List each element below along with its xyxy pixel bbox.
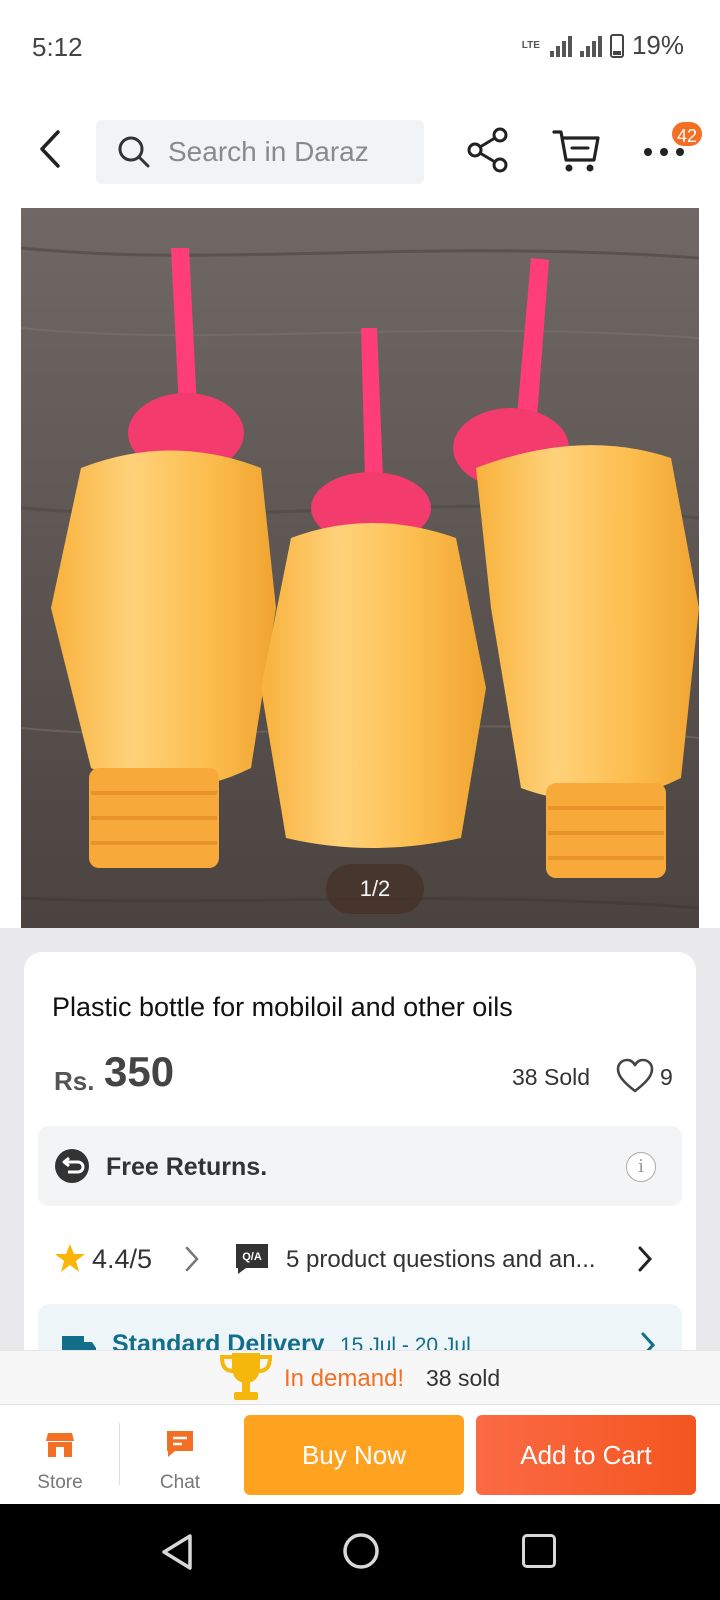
store-button[interactable]: Store — [20, 1425, 100, 1493]
sold-count: 38 Sold — [512, 1064, 591, 1090]
product-info-card: Plastic bottle for mobiloil and other oi… — [24, 952, 696, 1372]
in-demand-label: In demand! — [284, 1365, 405, 1392]
product-title: Plastic bottle for mobiloil and other oi… — [52, 992, 513, 1022]
search-input[interactable]: Search in Daraz — [96, 120, 424, 184]
more-options-button[interactable]: 42 — [640, 120, 705, 172]
chat-button[interactable]: Chat — [140, 1425, 220, 1493]
more-icon — [644, 148, 684, 156]
signal-icon — [549, 35, 572, 57]
qa-summary[interactable]: 5 product questions and an... — [286, 1246, 596, 1274]
chevron-right-icon[interactable] — [634, 1244, 656, 1274]
free-returns-row[interactable]: Free Returns. i — [38, 1126, 682, 1206]
buy-now-button[interactable]: Buy Now — [244, 1415, 464, 1495]
chat-label: Chat — [159, 1472, 201, 1493]
chat-icon — [167, 1431, 193, 1457]
add-to-cart-button[interactable]: Add to Cart — [476, 1415, 696, 1495]
battery-icon — [609, 33, 624, 58]
info-icon[interactable]: i — [626, 1152, 656, 1182]
system-nav-bar — [0, 1504, 720, 1600]
heart-icon[interactable] — [616, 1058, 654, 1094]
price-currency: Rs. — [54, 1066, 95, 1096]
nav-home-icon[interactable] — [342, 1532, 380, 1570]
share-icon[interactable] — [466, 126, 510, 174]
status-time: 5:12 — [32, 32, 83, 62]
likes-count: 9 — [660, 1064, 673, 1090]
bottom-action-bar: Store Chat Buy Now Add to Cart — [0, 1404, 720, 1504]
network-type: LTE — [521, 39, 540, 51]
battery-level: 19% — [631, 30, 684, 60]
product-price: 350 — [104, 1048, 175, 1095]
qa-icon-label: Q/A — [242, 1251, 262, 1263]
trophy-icon — [219, 1353, 273, 1400]
store-icon — [46, 1433, 74, 1457]
image-counter: 1/2 — [326, 864, 424, 914]
product-image[interactable] — [21, 208, 699, 928]
back-arrow-icon[interactable] — [30, 126, 70, 172]
returns-icon — [55, 1149, 89, 1183]
store-label: Store — [37, 1472, 83, 1493]
search-placeholder: Search in Daraz — [168, 136, 369, 167]
qa-icon: Q/A — [236, 1244, 268, 1274]
in-demand-count: 38 sold — [426, 1365, 501, 1391]
in-demand-bar: In demand! 38 sold — [0, 1350, 720, 1404]
signal-2-icon — [579, 35, 602, 57]
app-header: Search in Daraz 42 — [0, 96, 720, 208]
divider — [119, 1423, 120, 1485]
nav-recents-icon[interactable] — [522, 1534, 556, 1568]
chevron-right-icon[interactable] — [182, 1244, 202, 1274]
search-icon — [118, 136, 150, 168]
notification-badge: 42 — [670, 120, 705, 148]
status-bar: 5:12 LTE 19% — [0, 0, 720, 96]
star-icon — [55, 1244, 85, 1272]
nav-back-icon[interactable] — [158, 1532, 198, 1572]
cart-icon[interactable] — [552, 126, 602, 174]
rating-value[interactable]: 4.4/5 — [92, 1244, 152, 1275]
status-icons: LTE 19% — [522, 30, 684, 61]
rating-qa-row: 4.4/5 Q/A 5 product questions and an... — [24, 1230, 696, 1290]
product-gallery[interactable]: 1/2 — [0, 208, 720, 928]
returns-label: Free Returns. — [106, 1153, 268, 1181]
